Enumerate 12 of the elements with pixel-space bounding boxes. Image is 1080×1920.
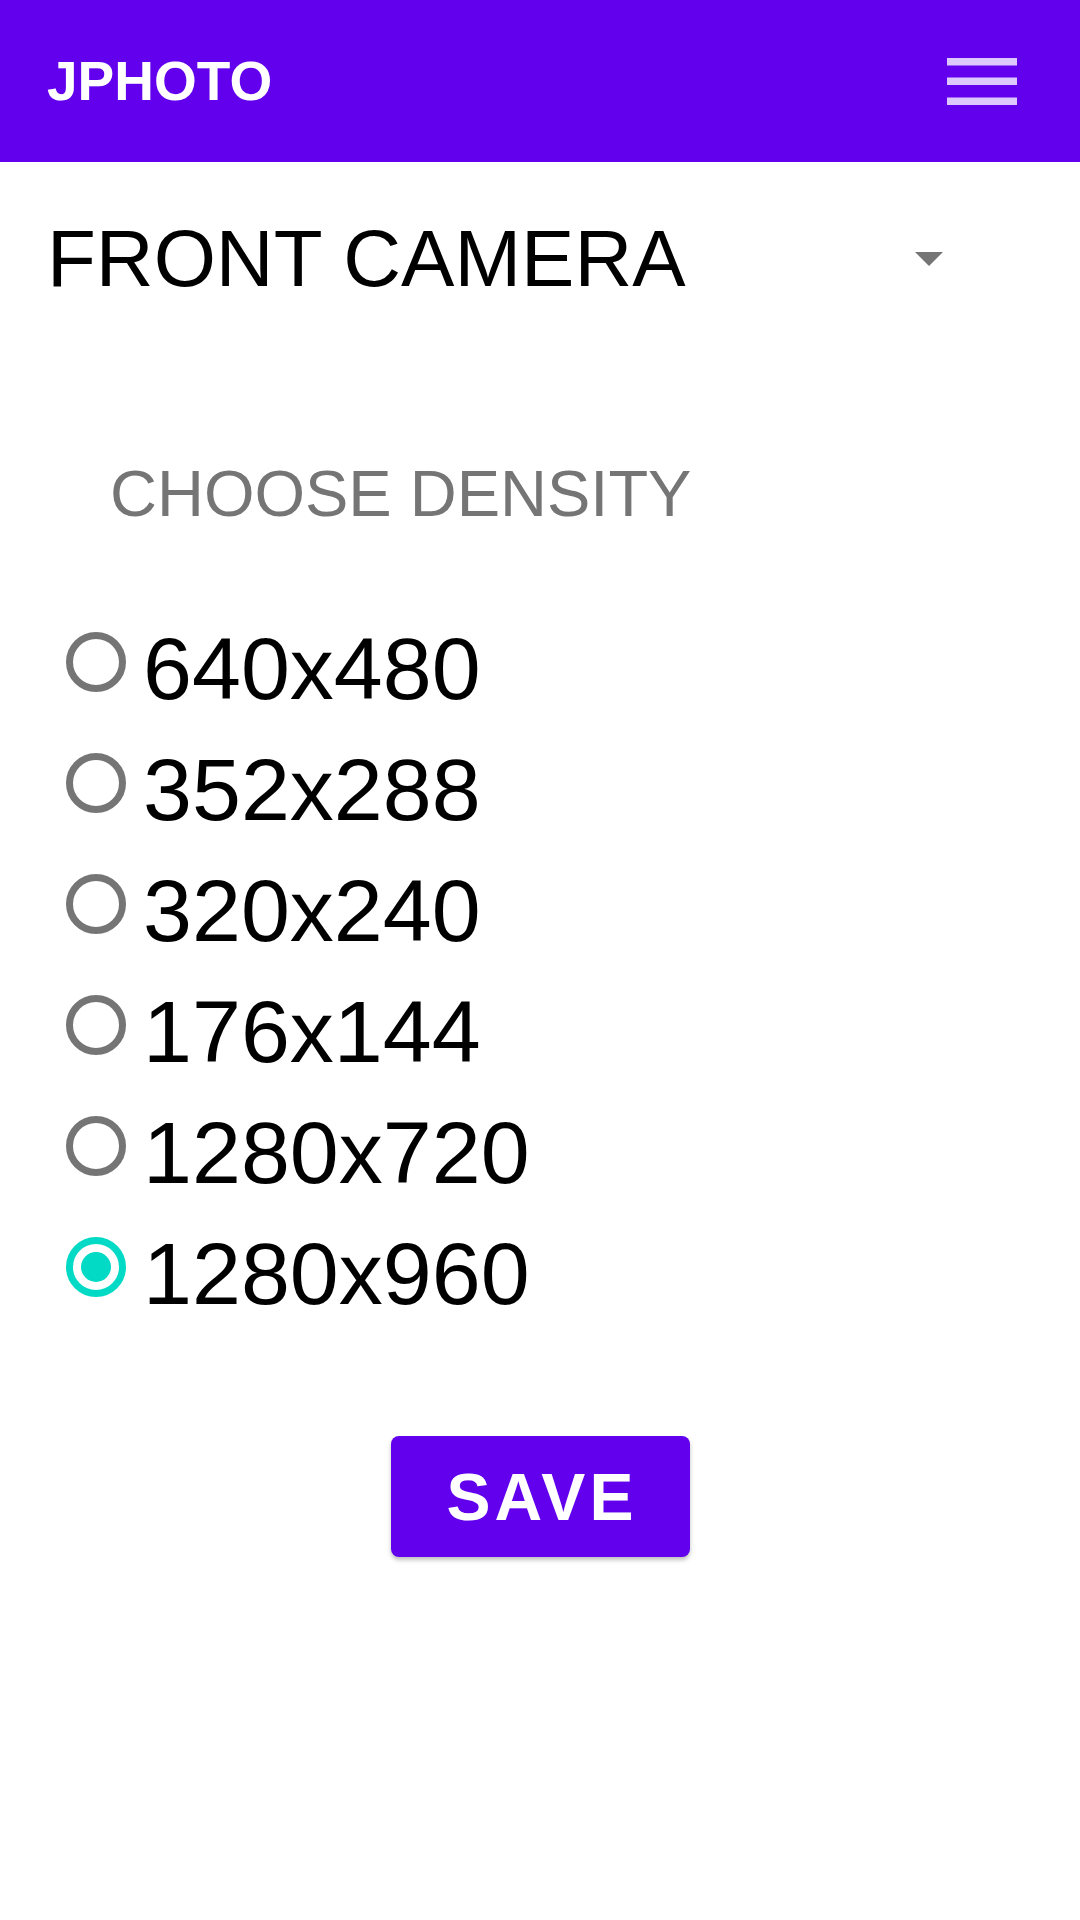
- resolution-radio-option[interactable]: 320x240: [66, 850, 481, 971]
- resolution-radio-option[interactable]: 640x480: [66, 608, 481, 729]
- caret-icon: [915, 252, 943, 266]
- resolution-radio-option[interactable]: 1280x720: [66, 1092, 530, 1213]
- density-heading: CHOOSE DENSITY: [110, 461, 692, 526]
- resolution-radio-option[interactable]: 176x144: [66, 971, 481, 1092]
- app-title: JPHOTO: [47, 53, 273, 109]
- camera-dropdown[interactable]: FRONT CAMERA: [47, 219, 943, 299]
- save-button[interactable]: SAVE: [390, 1436, 690, 1557]
- resolution-radio-option[interactable]: 352x288: [66, 729, 481, 850]
- menu-icon[interactable]: [947, 57, 1017, 105]
- resolution-radio-option[interactable]: 1280x960: [66, 1213, 530, 1334]
